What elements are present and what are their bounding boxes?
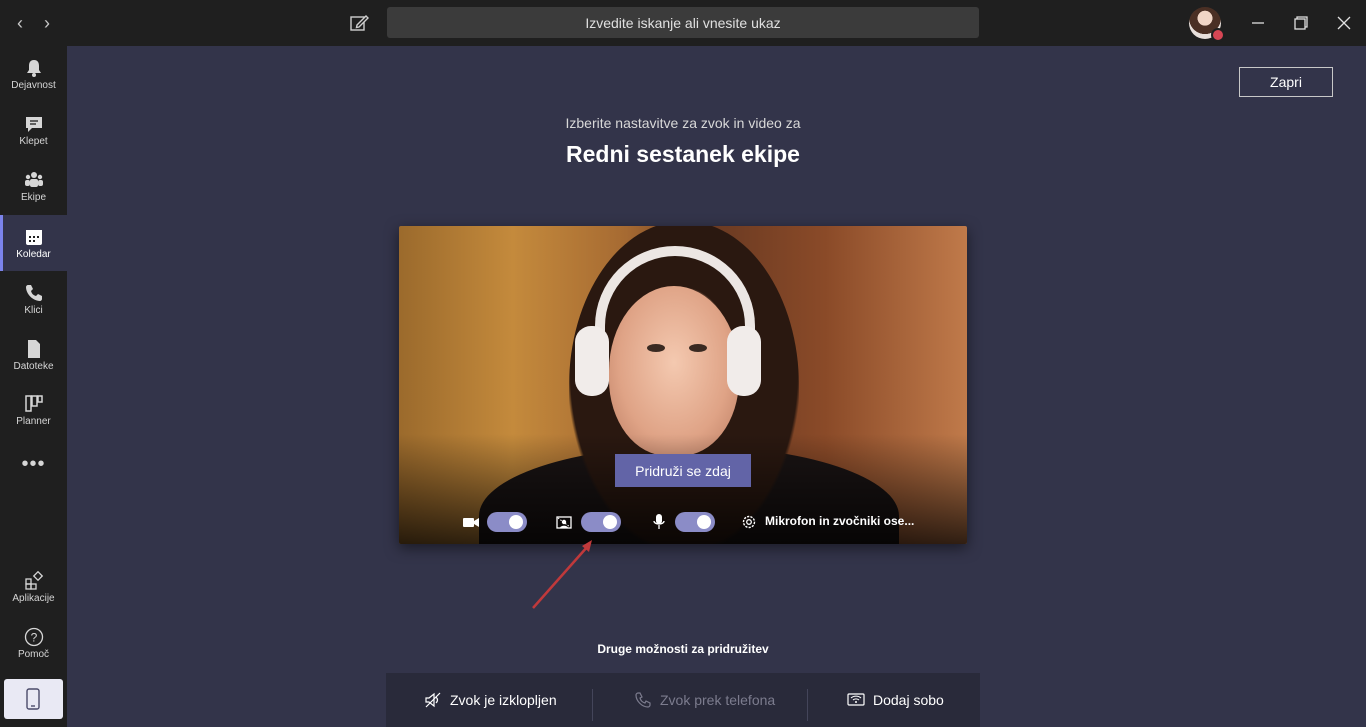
other-join-options-title: Druge možnosti za pridružitev	[597, 642, 769, 656]
audio-off-label: Zvok je izklopljen	[450, 692, 557, 708]
back-icon[interactable]: ‹	[9, 12, 31, 34]
headphone-left	[575, 326, 609, 396]
rail-label: Dejavnost	[11, 80, 56, 91]
background-blur-toggle[interactable]	[581, 512, 621, 532]
search-input[interactable]: Izvedite iskanje ali vnesite ukaz	[387, 7, 979, 38]
close-window-icon[interactable]	[1331, 10, 1357, 36]
rail-item-planner[interactable]: Planner	[0, 382, 67, 438]
divider	[807, 689, 808, 721]
headphone-right	[727, 326, 761, 396]
rail-item-calls[interactable]: Klici	[0, 271, 67, 327]
minimize-icon[interactable]	[1245, 10, 1271, 36]
phone-audio-option[interactable]: Zvok prek telefona	[634, 673, 775, 727]
rail-label: Koledar	[16, 249, 51, 260]
file-icon	[27, 340, 40, 358]
toggle-knob	[603, 515, 617, 529]
prejoin-subtitle: Izberite nastavitve za zvok in video za	[565, 115, 801, 131]
phone-audio-icon	[635, 692, 651, 708]
restore-icon[interactable]	[1288, 10, 1314, 36]
rail-label: Aplikacije	[12, 593, 55, 604]
microphone-toggle[interactable]	[675, 512, 715, 532]
join-options-bar: Zvok je izklopljen Zvok prek telefona Do…	[386, 673, 980, 727]
close-button[interactable]: Zapri	[1239, 67, 1333, 97]
divider	[592, 689, 593, 721]
phone-icon	[25, 285, 42, 301]
rail-item-files[interactable]: Datoteke	[0, 327, 67, 383]
rail-label: Planner	[16, 416, 51, 427]
apps-icon	[24, 571, 43, 590]
more-apps-icon[interactable]: •••	[0, 453, 67, 476]
download-mobile-button[interactable]	[4, 679, 63, 719]
bell-icon	[26, 60, 41, 77]
forward-icon[interactable]: ›	[36, 12, 58, 34]
compose-icon[interactable]	[348, 12, 370, 34]
audio-off-option[interactable]: Zvok je izklopljen	[424, 673, 557, 727]
phone-audio-label: Zvok prek telefona	[660, 692, 776, 708]
cast-room-icon	[847, 693, 865, 706]
calendar-icon	[25, 230, 42, 245]
device-settings-link[interactable]: Mikrofon in zvočniki ose...	[765, 514, 914, 528]
gear-icon[interactable]	[740, 513, 758, 531]
title-bar: ‹ › Izvedite iskanje ali vnesite ukaz	[0, 0, 1366, 46]
meeting-title: Redni sestanek ekipe	[566, 141, 800, 167]
video-preview: Pridruži se zdaj Mikrofon in zvočniki os…	[399, 226, 967, 544]
camera-toggle[interactable]	[487, 512, 527, 532]
annotation-arrow	[532, 540, 592, 609]
planner-icon	[24, 395, 43, 412]
speaker-off-icon	[425, 692, 441, 708]
microphone-icon	[653, 514, 665, 529]
add-room-label: Dodaj sobo	[873, 692, 944, 708]
teams-icon	[24, 172, 43, 187]
toggle-knob	[509, 515, 523, 529]
mobile-icon	[26, 688, 40, 710]
rail-item-activity[interactable]: Dejavnost	[0, 46, 67, 102]
join-now-button[interactable]: Pridruži se zdaj	[615, 454, 751, 487]
rail-label: Datoteke	[13, 361, 54, 372]
presence-badge	[1211, 28, 1225, 42]
rail-item-calendar[interactable]: Koledar	[0, 215, 67, 271]
toggle-knob	[697, 515, 711, 529]
add-room-option[interactable]: Dodaj sobo	[847, 673, 944, 727]
rail-label: Klici	[24, 305, 43, 316]
rail-label: Ekipe	[20, 192, 46, 203]
rail-item-apps[interactable]: Aplikacije	[0, 559, 67, 615]
camera-icon	[463, 518, 479, 527]
background-blur-icon	[556, 516, 572, 529]
